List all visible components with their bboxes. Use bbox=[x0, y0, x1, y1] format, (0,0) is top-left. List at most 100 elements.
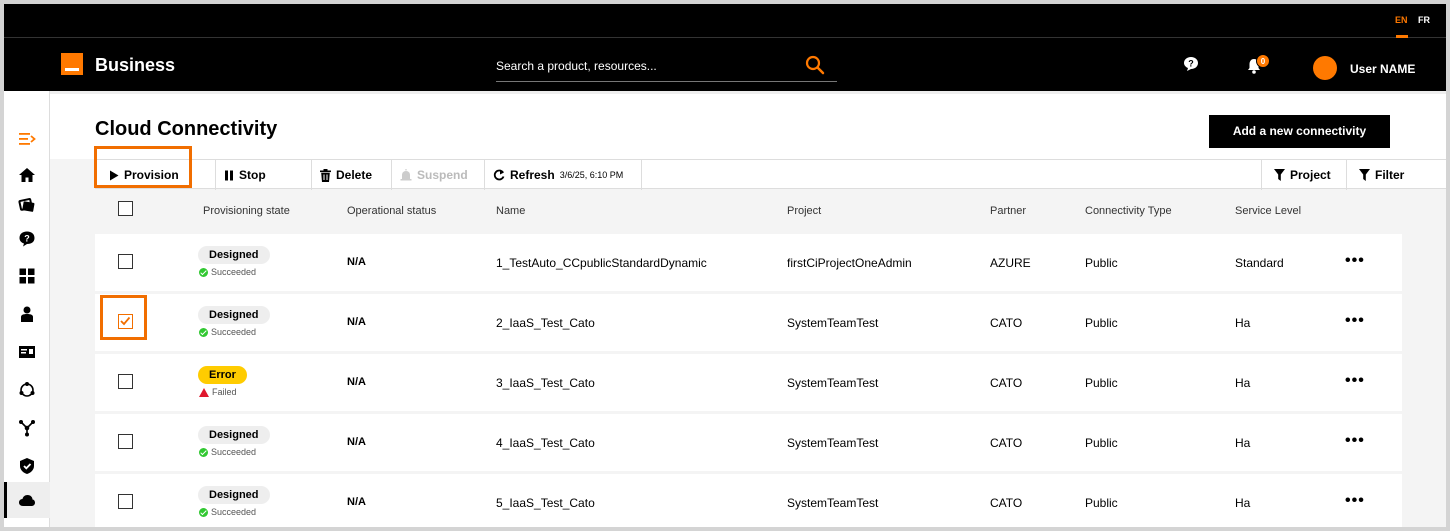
table-header: Provisioning state Operational status Na… bbox=[95, 189, 1446, 229]
service-level-cell: Ha bbox=[1235, 376, 1251, 390]
column-header[interactable]: Name bbox=[496, 205, 525, 217]
row-checkbox[interactable] bbox=[118, 434, 133, 449]
topology-icon[interactable] bbox=[18, 419, 36, 437]
partner-cell: AZURE bbox=[990, 256, 1031, 270]
more-actions-icon[interactable]: ••• bbox=[1345, 432, 1365, 450]
delete-label: Delete bbox=[336, 168, 373, 182]
search-input[interactable]: Search a product, resources... bbox=[496, 59, 657, 73]
table-row[interactable]: Designed Succeeded N/A 2_IaaS_Test_Cato … bbox=[95, 294, 1402, 351]
column-header[interactable]: Connectivity Type bbox=[1085, 205, 1172, 217]
provisioning-substate: Succeeded bbox=[199, 507, 256, 517]
refresh-button[interactable]: Refresh 3/6/25, 6:10 PM bbox=[485, 160, 642, 190]
partner-cell: CATO bbox=[990, 436, 1023, 450]
page-header: Cloud Connectivity Add a new connectivit… bbox=[50, 91, 1446, 159]
checkbox-highlight-box bbox=[100, 295, 147, 340]
user-icon[interactable] bbox=[18, 305, 36, 323]
table-row[interactable]: Designed Succeeded N/A 1_TestAuto_CCpubl… bbox=[95, 234, 1402, 291]
operational-status: N/A bbox=[347, 376, 366, 388]
brand-name[interactable]: Business bbox=[95, 55, 175, 76]
home-icon[interactable] bbox=[18, 166, 36, 184]
service-level-cell: Ha bbox=[1235, 436, 1251, 450]
lang-en[interactable]: EN bbox=[1395, 15, 1408, 25]
status-badge: Error bbox=[198, 366, 247, 384]
substate-label: Succeeded bbox=[211, 267, 257, 277]
suspend-button[interactable]: Suspend bbox=[392, 160, 485, 190]
warning-icon bbox=[199, 387, 209, 397]
help-icon[interactable]: ? bbox=[1183, 56, 1199, 72]
search-icon[interactable] bbox=[805, 55, 825, 75]
row-checkbox[interactable] bbox=[118, 374, 133, 389]
column-header[interactable]: Partner bbox=[990, 205, 1026, 217]
suspend-icon bbox=[400, 169, 412, 181]
column-header[interactable]: Operational status bbox=[347, 205, 436, 217]
select-all-checkbox[interactable] bbox=[118, 201, 133, 216]
substate-label: Failed bbox=[212, 387, 237, 397]
trash-icon bbox=[320, 168, 331, 182]
refresh-icon bbox=[493, 169, 505, 181]
network-icon[interactable] bbox=[18, 381, 36, 399]
menu-expand-icon[interactable] bbox=[18, 130, 36, 148]
dashboard-icon[interactable] bbox=[18, 267, 36, 285]
funnel-icon bbox=[1274, 169, 1285, 181]
svg-text:?: ? bbox=[1188, 59, 1194, 69]
success-icon bbox=[199, 447, 208, 457]
orange-logo[interactable] bbox=[61, 53, 83, 75]
project-cell: SystemTeamTest bbox=[787, 376, 879, 390]
row-checkbox[interactable] bbox=[118, 494, 133, 509]
substate-label: Succeeded bbox=[211, 447, 257, 457]
delete-button[interactable]: Delete bbox=[312, 160, 392, 190]
column-header[interactable]: Provisioning state bbox=[203, 205, 290, 217]
substate-label: Succeeded bbox=[211, 327, 257, 337]
table-row[interactable]: Designed Succeeded N/A 4_IaaS_Test_Cato … bbox=[95, 414, 1402, 471]
table-row[interactable]: Error Failed N/A 3_IaaS_Test_Cato System… bbox=[95, 354, 1402, 411]
help-icon[interactable]: ? bbox=[18, 230, 36, 248]
filter-label: Filter bbox=[1375, 168, 1405, 182]
more-actions-icon[interactable]: ••• bbox=[1345, 252, 1365, 270]
app-frame: EN FR Business Search a product, resourc… bbox=[4, 4, 1446, 527]
lang-fr[interactable]: FR bbox=[1418, 15, 1430, 25]
filter-button[interactable]: Filter bbox=[1346, 160, 1446, 190]
language-bar: EN FR bbox=[4, 4, 1446, 38]
stop-label: Stop bbox=[239, 168, 266, 182]
connectivity-type-cell: Public bbox=[1085, 496, 1118, 510]
shield-icon[interactable] bbox=[18, 457, 36, 475]
search-bar[interactable]: Search a product, resources... bbox=[496, 49, 837, 82]
success-icon bbox=[199, 267, 208, 277]
project-cell: SystemTeamTest bbox=[787, 436, 879, 450]
user-name[interactable]: User NAME bbox=[1350, 62, 1415, 76]
project-filter-button[interactable]: Project bbox=[1261, 160, 1346, 190]
project-cell: SystemTeamTest bbox=[787, 316, 879, 330]
connectivity-name: 3_IaaS_Test_Cato bbox=[496, 376, 595, 390]
connectivity-type-cell: Public bbox=[1085, 316, 1118, 330]
connectivity-name: 2_IaaS_Test_Cato bbox=[496, 316, 595, 330]
success-icon bbox=[199, 507, 208, 517]
connectivity-type-cell: Public bbox=[1085, 256, 1118, 270]
partner-cell: CATO bbox=[990, 496, 1023, 510]
column-header[interactable]: Project bbox=[787, 205, 821, 217]
sidebar: ? bbox=[4, 91, 50, 527]
status-badge: Designed bbox=[198, 246, 270, 264]
avatar[interactable] bbox=[1313, 56, 1337, 80]
substate-label: Succeeded bbox=[211, 507, 257, 517]
operational-status: N/A bbox=[347, 256, 366, 268]
more-actions-icon[interactable]: ••• bbox=[1345, 312, 1365, 330]
status-badge: Designed bbox=[198, 306, 270, 324]
add-connectivity-button[interactable]: Add a new connectivity bbox=[1209, 115, 1390, 148]
partner-cell: CATO bbox=[990, 376, 1023, 390]
table-row[interactable]: Designed Succeeded N/A 5_IaaS_Test_Cato … bbox=[95, 474, 1402, 527]
refresh-timestamp: 3/6/25, 6:10 PM bbox=[559, 170, 624, 180]
more-actions-icon[interactable]: ••• bbox=[1345, 492, 1365, 510]
cloud-icon[interactable] bbox=[18, 492, 36, 510]
id-card-icon[interactable] bbox=[18, 343, 36, 361]
column-header[interactable]: Service Level bbox=[1235, 205, 1301, 217]
more-actions-icon[interactable]: ••• bbox=[1345, 372, 1365, 390]
provision-highlight-box bbox=[94, 146, 192, 188]
notification-badge: 0 bbox=[1256, 54, 1270, 68]
operational-status: N/A bbox=[347, 316, 366, 328]
row-checkbox[interactable] bbox=[118, 254, 133, 269]
project-cell: firstCiProjectOneAdmin bbox=[787, 256, 912, 270]
connectivity-name: 4_IaaS_Test_Cato bbox=[496, 436, 595, 450]
gallery-icon[interactable] bbox=[18, 196, 36, 214]
suspend-label: Suspend bbox=[417, 168, 468, 182]
stop-button[interactable]: Stop bbox=[216, 160, 312, 190]
